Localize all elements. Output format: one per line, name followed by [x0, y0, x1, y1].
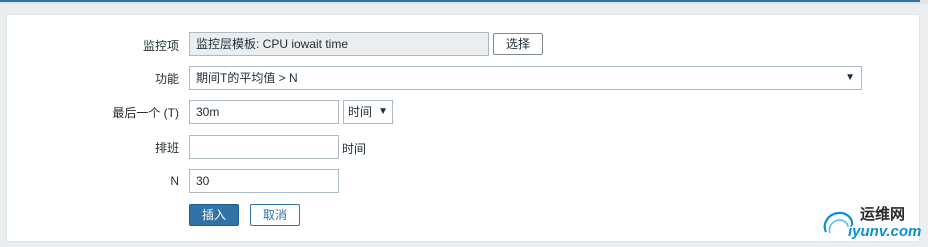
- n-input[interactable]: 30: [189, 169, 339, 193]
- item-value: 监控层模板: CPU iowait time: [196, 37, 349, 51]
- last-t-value: 30m: [196, 105, 220, 119]
- top-accent-line: [0, 0, 920, 2]
- chevron-down-icon: ▼: [378, 106, 388, 117]
- last-t-unit-value: 时间: [348, 105, 373, 119]
- function-value: 期间T的平均值 > N: [196, 71, 298, 85]
- n-value: 30: [196, 174, 210, 188]
- top-border: [0, 0, 928, 4]
- item-label: 监控项: [142, 39, 179, 53]
- last-t-unit-select[interactable]: 时间 ▼: [343, 100, 393, 124]
- watermark-logo: 运维网 iyunv.com: [820, 200, 928, 244]
- last-t-label: 最后一个 (T): [112, 106, 179, 120]
- watermark-line2: iyunv.com: [848, 223, 922, 240]
- select-item-button[interactable]: 选择: [493, 33, 543, 55]
- item-field: 监控层模板: CPU iowait time: [189, 32, 489, 56]
- trigger-function-form: 监控项 监控层模板: CPU iowait time 选择 功能 期间T的平均值…: [6, 14, 920, 242]
- insert-button[interactable]: 插入: [189, 204, 239, 226]
- function-select[interactable]: 期间T的平均值 > N ▼: [189, 66, 862, 90]
- cancel-button[interactable]: 取消: [250, 204, 300, 226]
- watermark-line1: 运维网: [860, 206, 906, 223]
- chevron-down-icon: ▼: [845, 72, 855, 83]
- last-t-input[interactable]: 30m: [189, 100, 339, 124]
- n-label: N: [170, 174, 179, 188]
- shift-suffix: 时间: [342, 142, 367, 156]
- shift-input[interactable]: [189, 135, 339, 159]
- function-label: 功能: [154, 72, 179, 86]
- shift-label: 排班: [154, 141, 179, 155]
